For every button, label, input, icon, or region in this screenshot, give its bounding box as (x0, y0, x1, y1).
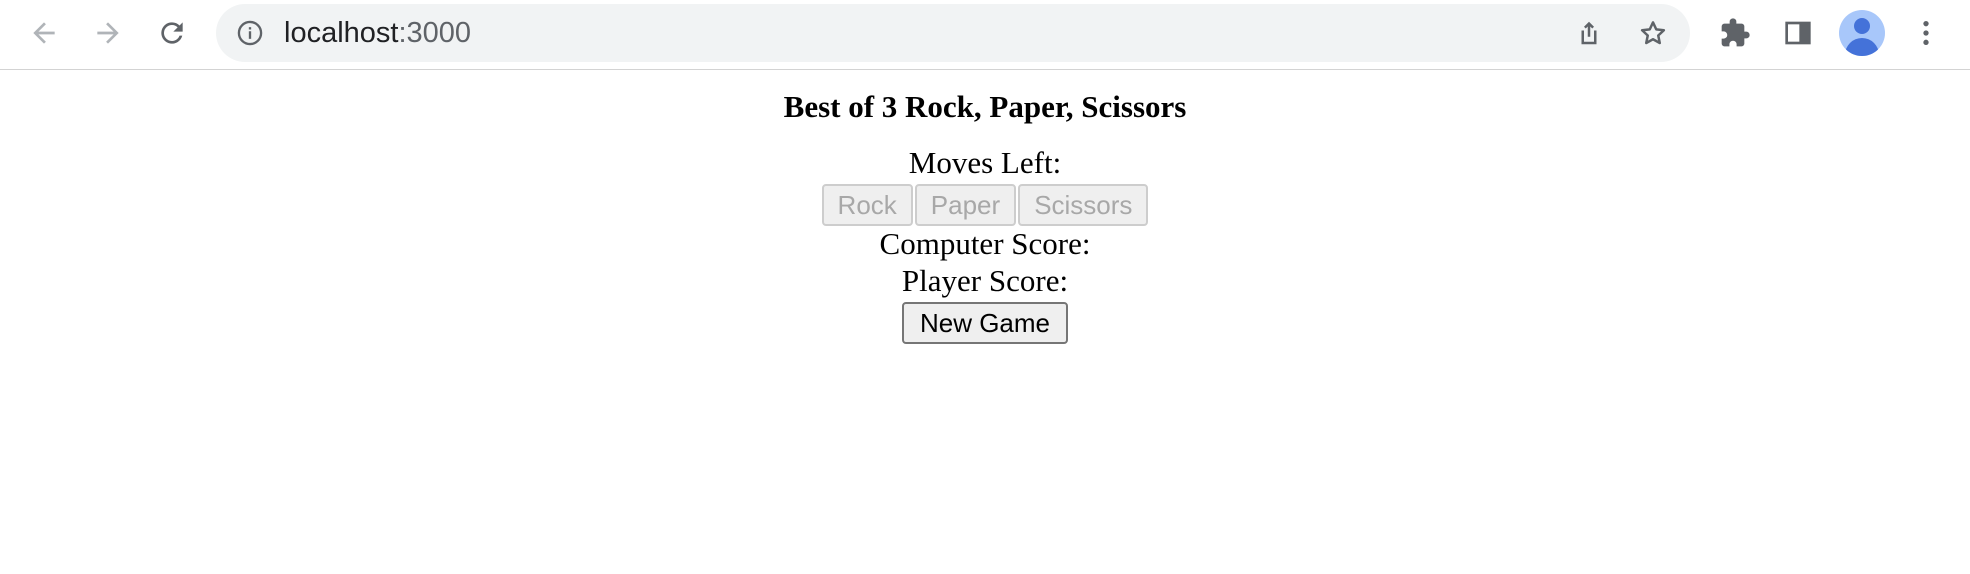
more-vertical-icon (1923, 21, 1929, 45)
browser-toolbar: localhost:3000 (0, 0, 1970, 70)
page-content: Best of 3 Rock, Paper, Scissors Moves Le… (0, 71, 1970, 574)
page-title: Best of 3 Rock, Paper, Scissors (783, 89, 1187, 124)
share-button[interactable] (1569, 13, 1609, 53)
address-bar[interactable]: localhost:3000 (216, 4, 1690, 62)
share-icon (1581, 21, 1597, 45)
url-text[interactable]: localhost:3000 (284, 4, 471, 62)
rock-button[interactable]: Rock (821, 184, 913, 226)
extensions-button[interactable] (1713, 11, 1757, 55)
url-port: :3000 (398, 17, 472, 49)
star-icon (1640, 21, 1666, 45)
player-score-label: Player Score: (901, 263, 1069, 298)
arrow-right-icon (97, 22, 119, 44)
puzzle-icon (1721, 18, 1750, 47)
reload-button[interactable] (148, 9, 196, 57)
arrow-left-icon (33, 22, 55, 44)
back-button[interactable] (20, 9, 68, 57)
menu-button[interactable] (1904, 11, 1948, 55)
info-icon[interactable] (236, 19, 264, 47)
side-panel-button[interactable] (1776, 11, 1820, 55)
move-buttons: Rock Paper Scissors (0, 184, 1970, 226)
new-game-button[interactable]: New Game (902, 302, 1068, 344)
scissors-button[interactable]: Scissors (1018, 184, 1149, 226)
avatar-icon (1854, 18, 1870, 34)
computer-score-label: Computer Score: (879, 226, 1091, 261)
paper-button[interactable]: Paper (914, 184, 1017, 226)
avatar-body (1845, 38, 1879, 56)
forward-button[interactable] (84, 9, 132, 57)
side-panel-icon (1785, 21, 1811, 45)
url-host: localhost (284, 17, 399, 49)
avatar[interactable] (1839, 10, 1885, 56)
reload-icon (161, 22, 183, 44)
bookmark-button[interactable] (1633, 13, 1673, 53)
moves-left-label: Moves Left: (908, 145, 1062, 180)
